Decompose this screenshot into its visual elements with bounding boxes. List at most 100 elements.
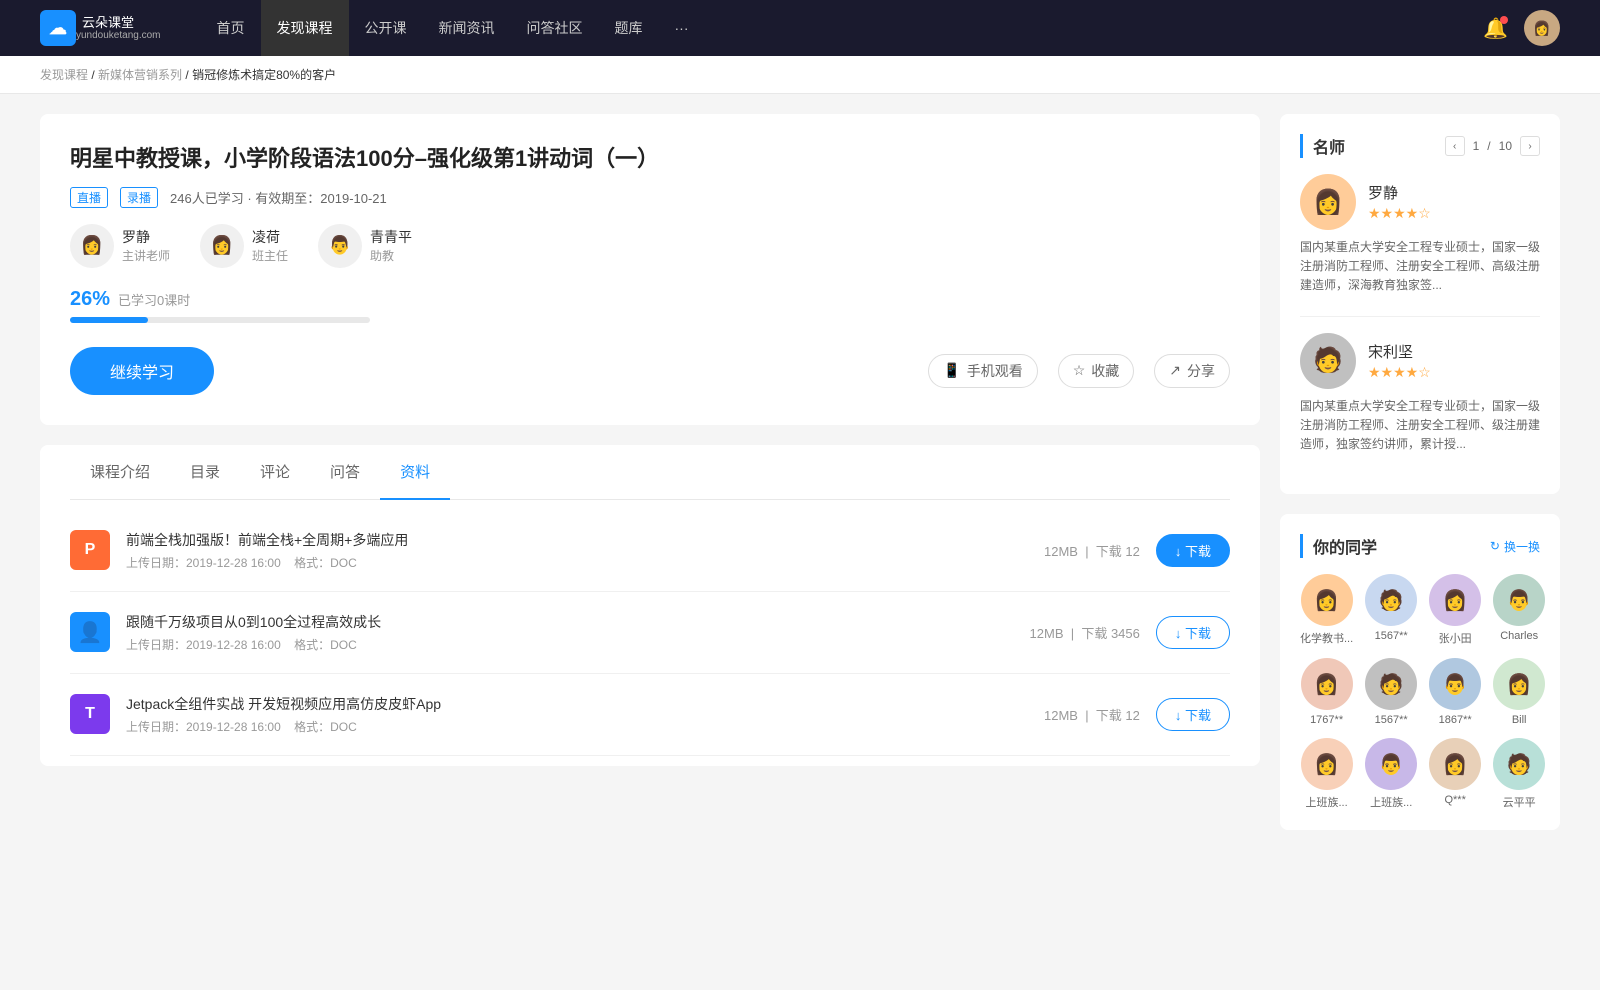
nav-right: 🔔 👩 bbox=[1483, 10, 1560, 46]
resource-stats-0: 12MB | 下载 12 bbox=[1044, 541, 1140, 560]
notification-bell[interactable]: 🔔 bbox=[1483, 16, 1508, 41]
notification-dot bbox=[1500, 16, 1508, 24]
nav-more[interactable]: ··· bbox=[659, 0, 705, 56]
teacher-card-desc-1: 国内某重点大学安全工程专业硕士，国家一级注册消防工程师、注册安全工程师、级注册建… bbox=[1300, 397, 1540, 455]
teacher-2-name: 青青平 bbox=[370, 227, 412, 247]
classmate-1[interactable]: 🧑 1567** bbox=[1365, 574, 1417, 646]
teachers-page: 1 bbox=[1473, 139, 1480, 153]
teacher-card-avatar-0: 👩 bbox=[1300, 174, 1356, 230]
teacher-card-desc-0: 国内某重点大学安全工程专业硕士，国家一级注册消防工程师、注册安全工程师、高级注册… bbox=[1300, 238, 1540, 296]
teachers-panel-title: 名师 bbox=[1300, 134, 1345, 158]
classmate-2[interactable]: 👩 张小田 bbox=[1429, 574, 1481, 646]
resource-list: P 前端全栈加强版！前端全栈+全周期+多端应用 上传日期：2019-12-28 … bbox=[70, 500, 1230, 766]
resource-item-0: P 前端全栈加强版！前端全栈+全周期+多端应用 上传日期：2019-12-28 … bbox=[70, 510, 1230, 592]
classmate-name-10: Q*** bbox=[1444, 794, 1465, 806]
classmates-grid: 👩 化学教书... 🧑 1567** 👩 张小田 👨 Charles bbox=[1300, 574, 1540, 810]
classmate-name-1: 1567** bbox=[1375, 630, 1408, 642]
classmate-6[interactable]: 👨 1867** bbox=[1429, 658, 1481, 726]
course-meta-text: 246人已学习 · 有效期至：2019-10-21 bbox=[170, 188, 387, 207]
favorite-button[interactable]: ☆ 收藏 bbox=[1058, 354, 1135, 388]
teacher-card-avatar-1: 🧑 bbox=[1300, 333, 1356, 389]
classmate-name-0: 化学教书... bbox=[1300, 630, 1353, 646]
mobile-watch-button[interactable]: 📱 手机观看 bbox=[928, 354, 1037, 388]
classmates-panel-title: 你的同学 bbox=[1300, 534, 1377, 558]
nav-qa[interactable]: 问答社区 bbox=[511, 0, 599, 56]
classmate-5[interactable]: 🧑 1567** bbox=[1365, 658, 1417, 726]
logo-icon: ☁ bbox=[40, 10, 76, 46]
resource-info-0: 前端全栈加强版！前端全栈+全周期+多端应用 上传日期：2019-12-28 16… bbox=[126, 530, 1028, 571]
share-button[interactable]: ↗ 分享 bbox=[1154, 354, 1230, 388]
refresh-classmates-button[interactable]: ↻ 换一换 bbox=[1490, 538, 1540, 555]
download-button-0[interactable]: ↓ 下载 bbox=[1156, 534, 1230, 567]
course-title: 明星中教授课，小学阶段语法100分–强化级第1讲动词（一） bbox=[70, 144, 1230, 175]
download-button-2[interactable]: ↓ 下载 bbox=[1156, 698, 1230, 731]
progress-bar-bg bbox=[70, 317, 370, 323]
teacher-1-role: 班主任 bbox=[252, 247, 288, 264]
classmate-0[interactable]: 👩 化学教书... bbox=[1300, 574, 1353, 646]
classmate-avatar-1: 🧑 bbox=[1365, 574, 1417, 626]
classmate-avatar-2: 👩 bbox=[1429, 574, 1481, 626]
tab-review[interactable]: 评论 bbox=[240, 445, 310, 500]
download-button-1[interactable]: ↓ 下载 bbox=[1156, 616, 1230, 649]
teacher-card-1: 🧑 宋利坚 ★★★★☆ 国内某重点大学安全工程专业硕士，国家一级注册消防工程师、… bbox=[1300, 333, 1540, 455]
classmate-name-11: 云平平 bbox=[1503, 794, 1536, 810]
classmate-9[interactable]: 👨 上班族... bbox=[1365, 738, 1417, 810]
classmate-7[interactable]: 👩 Bill bbox=[1493, 658, 1545, 726]
classmate-11[interactable]: 🧑 云平平 bbox=[1493, 738, 1545, 810]
classmate-4[interactable]: 👩 1767** bbox=[1300, 658, 1353, 726]
classmate-10[interactable]: 👩 Q*** bbox=[1429, 738, 1481, 810]
classmate-8[interactable]: 👩 上班族... bbox=[1300, 738, 1353, 810]
teacher-card-0: 👩 罗静 ★★★★☆ 国内某重点大学安全工程专业硕士，国家一级注册消防工程师、注… bbox=[1300, 174, 1540, 296]
classmate-name-6: 1867** bbox=[1439, 714, 1472, 726]
nav-public[interactable]: 公开课 bbox=[349, 0, 423, 56]
teachers-prev-button[interactable]: ‹ bbox=[1445, 136, 1465, 156]
resource-info-2: Jetpack全组件实战 开发短视频应用高仿皮皮虾App 上传日期：2019-1… bbox=[126, 694, 1028, 735]
nav-items: 首页 发现课程 公开课 新闻资讯 问答社区 题库 ··· bbox=[201, 0, 1484, 56]
tab-qa[interactable]: 问答 bbox=[310, 445, 380, 500]
content-right: 名师 ‹ 1 / 10 › 👩 罗静 ★★★★☆ bbox=[1280, 114, 1560, 830]
resource-item-2: T Jetpack全组件实战 开发短视频应用高仿皮皮虾App 上传日期：2019… bbox=[70, 674, 1230, 756]
breadcrumb: 发现课程 / 新媒体营销系列 / 销冠修炼术搞定80%的客户 bbox=[0, 56, 1600, 94]
classmate-avatar-7: 👩 bbox=[1493, 658, 1545, 710]
progress-desc: 已学习0课时 bbox=[118, 290, 190, 309]
tab-resources[interactable]: 资料 bbox=[380, 445, 450, 500]
navbar: ☁ 云朵课堂 yundouketang.com 首页 发现课程 公开课 新闻资讯… bbox=[0, 0, 1600, 56]
tag-record: 录播 bbox=[120, 187, 158, 208]
teacher-card-stars-1: ★★★★☆ bbox=[1368, 364, 1431, 381]
classmate-avatar-11: 🧑 bbox=[1493, 738, 1545, 790]
breadcrumb-current: 销冠修炼术搞定80%的客户 bbox=[192, 68, 336, 82]
resource-stats-2: 12MB | 下载 12 bbox=[1044, 705, 1140, 724]
classmate-avatar-9: 👨 bbox=[1365, 738, 1417, 790]
star-icon: ☆ bbox=[1073, 362, 1086, 379]
breadcrumb-discover[interactable]: 发现课程 bbox=[40, 68, 88, 82]
teacher-1-avatar: 👩 bbox=[200, 224, 244, 268]
teachers-next-button[interactable]: › bbox=[1520, 136, 1540, 156]
teachers-panel-nav: ‹ 1 / 10 › bbox=[1445, 136, 1540, 156]
nav-home[interactable]: 首页 bbox=[201, 0, 261, 56]
breadcrumb-series[interactable]: 新媒体营销系列 bbox=[98, 68, 182, 82]
tab-catalog[interactable]: 目录 bbox=[170, 445, 240, 500]
favorite-label: 收藏 bbox=[1091, 361, 1119, 381]
resource-meta-0: 上传日期：2019-12-28 16:00 格式：DOC bbox=[126, 554, 1028, 571]
nav-news[interactable]: 新闻资讯 bbox=[423, 0, 511, 56]
classmate-name-5: 1567** bbox=[1375, 714, 1408, 726]
tab-intro[interactable]: 课程介绍 bbox=[70, 445, 170, 500]
classmates-panel: 你的同学 ↻ 换一换 👩 化学教书... 🧑 1567** bbox=[1280, 514, 1560, 830]
logo[interactable]: ☁ 云朵课堂 yundouketang.com bbox=[40, 10, 161, 46]
classmate-3[interactable]: 👨 Charles bbox=[1493, 574, 1545, 646]
refresh-label: 换一换 bbox=[1504, 538, 1540, 555]
share-label: 分享 bbox=[1187, 361, 1215, 381]
resource-item-1: 👤 跟随千万级项目从0到100全过程高效成长 上传日期：2019-12-28 1… bbox=[70, 592, 1230, 674]
nav-discover[interactable]: 发现课程 bbox=[261, 0, 349, 56]
nav-quiz[interactable]: 题库 bbox=[599, 0, 659, 56]
classmate-name-3: Charles bbox=[1500, 630, 1538, 642]
teacher-divider bbox=[1300, 316, 1540, 317]
continue-button[interactable]: 继续学习 bbox=[70, 347, 214, 395]
logo-sub: yundouketang.com bbox=[76, 30, 161, 41]
logo-name: 云朵课堂 bbox=[82, 15, 161, 31]
content-left: 明星中教授课，小学阶段语法100分–强化级第1讲动词（一） 直播 录播 246人… bbox=[40, 114, 1260, 830]
resource-icon-1: 👤 bbox=[70, 612, 110, 652]
user-avatar[interactable]: 👩 bbox=[1524, 10, 1560, 46]
course-card: 明星中教授课，小学阶段语法100分–强化级第1讲动词（一） 直播 录播 246人… bbox=[40, 114, 1260, 425]
course-actions: 继续学习 📱 手机观看 ☆ 收藏 ↗ 分享 bbox=[70, 347, 1230, 395]
